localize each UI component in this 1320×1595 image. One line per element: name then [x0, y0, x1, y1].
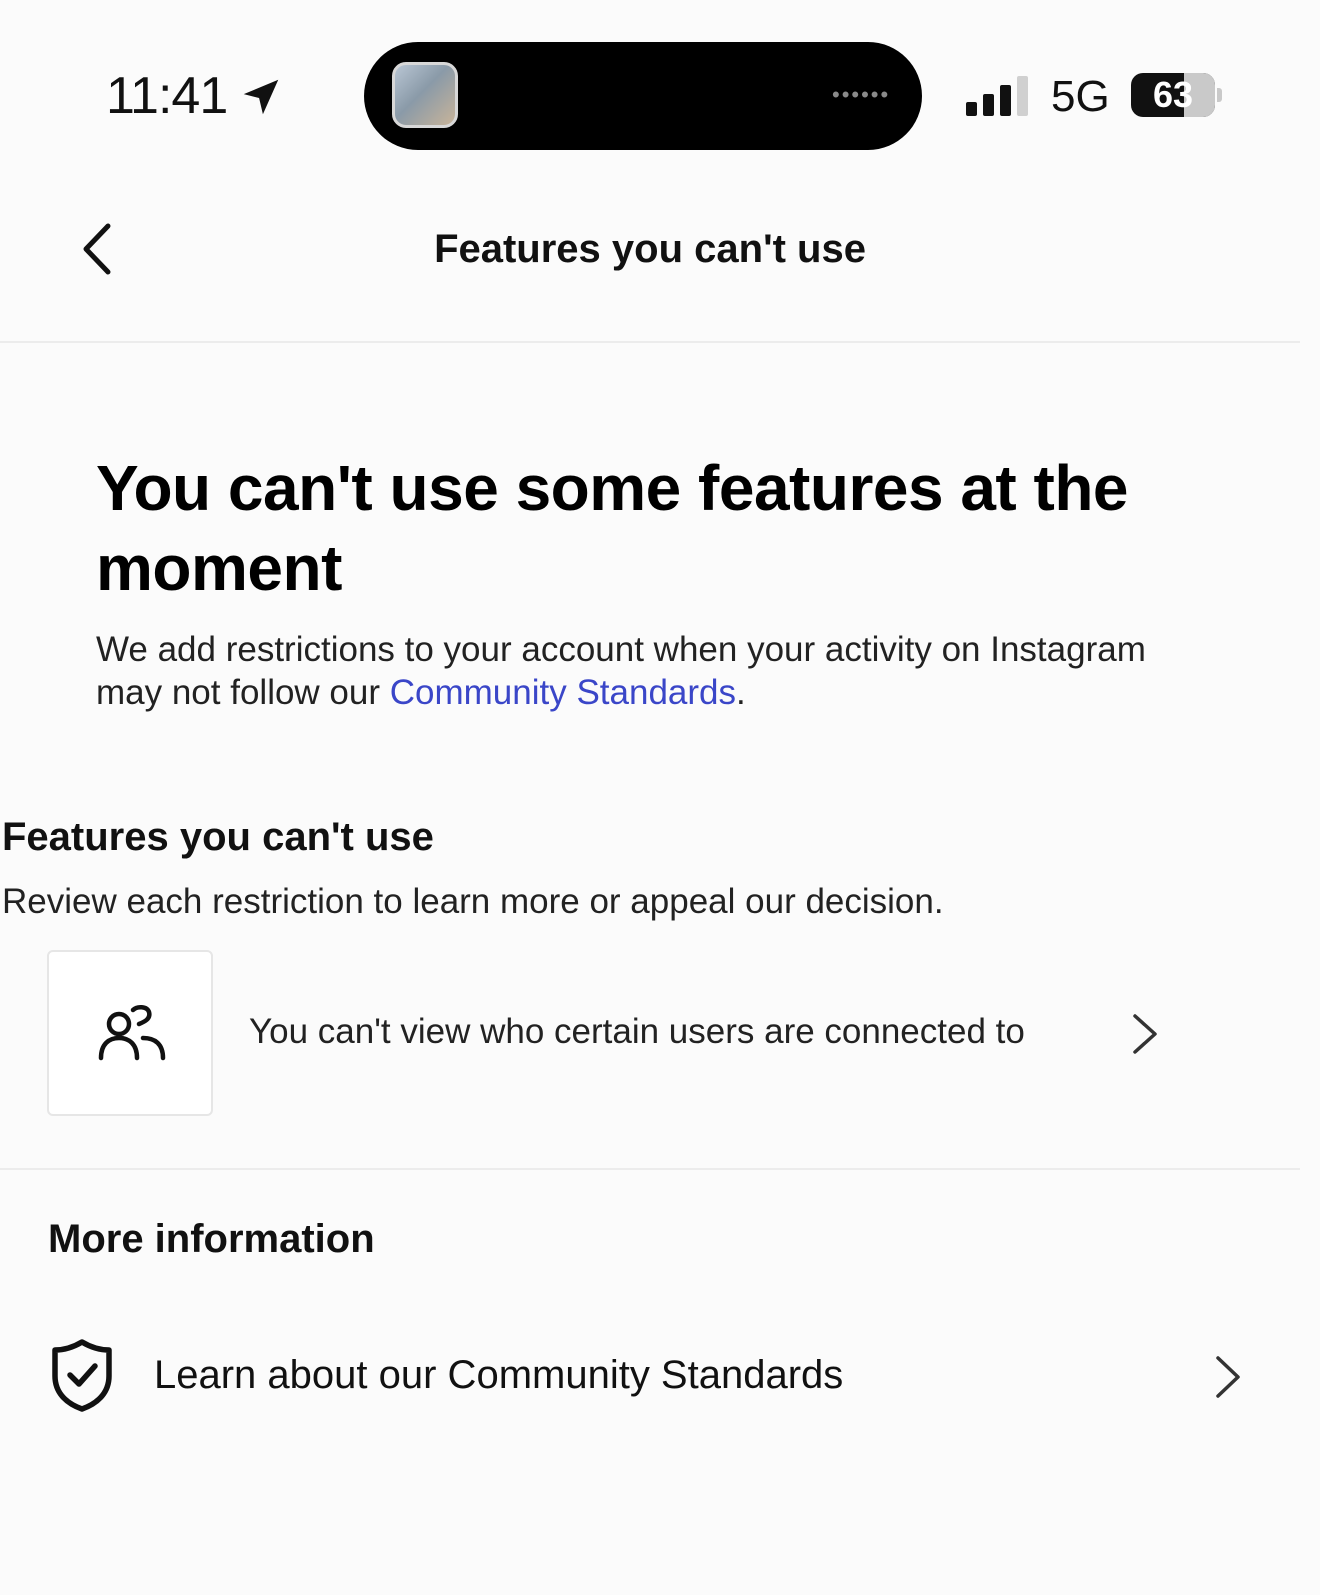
- page-title: Features you can't use: [434, 227, 866, 271]
- restriction-item-connections[interactable]: You can't view who certain users are con…: [0, 950, 1300, 1118]
- chevron-right-icon: [1216, 1356, 1240, 1398]
- restriction-icon-tile: [47, 950, 213, 1116]
- features-section-subtitle: Review each restriction to learn more or…: [2, 882, 944, 921]
- learn-community-standards-label: Learn about our Community Standards: [154, 1353, 844, 1397]
- battery-level: 63: [1152, 74, 1194, 115]
- signal-strength-icon: [966, 76, 1028, 116]
- users-icon: [98, 1005, 166, 1061]
- shield-check-icon: [52, 1339, 112, 1412]
- chevron-right-icon: [1133, 1014, 1157, 1054]
- header-divider: [0, 341, 1300, 343]
- battery-cap: [1217, 88, 1222, 102]
- learn-community-standards-item[interactable]: Learn about our Community Standards: [0, 1330, 1300, 1426]
- community-standards-link[interactable]: Community Standards: [390, 673, 736, 712]
- status-time: 11:41: [106, 67, 228, 125]
- battery-icon: 63: [1131, 73, 1215, 117]
- hero-description: We add restrictions to your account when…: [96, 628, 1196, 714]
- features-section-title: Features you can't use: [2, 815, 434, 859]
- hero-title: You can't use some features at the momen…: [96, 452, 1129, 604]
- hero-description-end: .: [736, 673, 746, 712]
- section-divider: [0, 1168, 1300, 1170]
- now-playing-artwork: [392, 62, 458, 128]
- location-arrow-icon: [243, 79, 279, 115]
- audio-waveform-icon: ••••••: [832, 82, 891, 107]
- network-type: 5G: [1051, 72, 1110, 121]
- more-information-title: More information: [48, 1217, 375, 1261]
- restriction-label: You can't view who certain users are con…: [249, 1012, 1025, 1051]
